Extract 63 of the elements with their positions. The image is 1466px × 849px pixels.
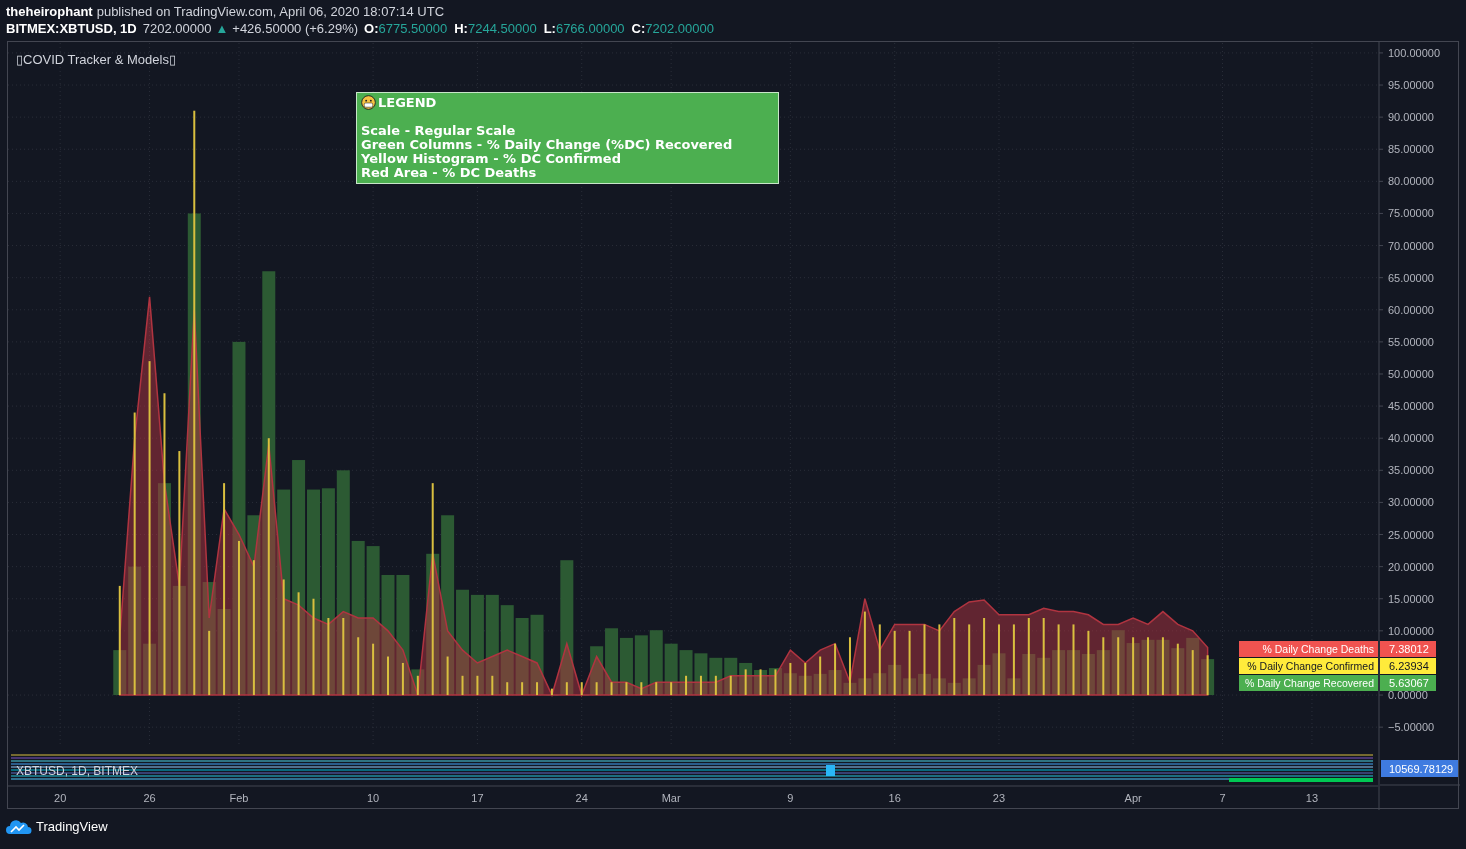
time-axis-label: 7	[1219, 792, 1226, 804]
time-axis-label: 17	[471, 792, 484, 804]
price-axis-label: 75.00000	[1388, 207, 1434, 220]
time-axis-label: 9	[787, 792, 794, 804]
ohlc-value: 6766.00000	[555, 20, 625, 37]
ohlc-label: H:	[454, 20, 468, 37]
price-axis-label: 70.00000	[1388, 239, 1434, 252]
price-axis-label: 0.00000	[1388, 689, 1428, 702]
legend-line: Red Area - % DC Deaths	[361, 166, 538, 180]
series-value-tag: 5.63067	[1380, 675, 1436, 691]
price-axis-label: 35.00000	[1388, 464, 1434, 477]
time-axis-label: 10	[367, 792, 380, 804]
price-axis-label: 80.00000	[1388, 175, 1434, 188]
author-name: theheirophant	[6, 3, 93, 20]
time-axis-label: 20	[54, 792, 67, 804]
price-axis-label: 25.00000	[1388, 528, 1434, 541]
indicator-title: ▯COVID Tracker & Models▯	[16, 51, 176, 69]
price-axis-label: 55.00000	[1388, 335, 1434, 348]
brand-name[interactable]: TradingView	[36, 817, 108, 837]
ohlc-label: C:	[631, 20, 646, 37]
price-axis-label: 95.00000	[1388, 79, 1434, 91]
pane-symbol-label: XBTUSD, 1D, BITMEX	[16, 764, 139, 778]
ohlc-label: O:	[364, 20, 379, 37]
price-axis-label: 15.00000	[1388, 592, 1434, 605]
price-axis-label: 20.00000	[1388, 560, 1434, 573]
series-value-tag: 6.23934	[1380, 658, 1436, 674]
legend-title: LEGEND	[378, 95, 437, 110]
price-axis-label: 65.00000	[1388, 271, 1434, 284]
price-change: +426.50000 (+6.29%)	[232, 20, 359, 37]
ohlc-label: L:	[543, 20, 556, 37]
series-name-tag: % Daily Change Deaths	[1239, 641, 1378, 657]
time-axis-label: Feb	[229, 792, 249, 804]
price-axis-label: 40.00000	[1388, 432, 1434, 445]
legend-line: Scale - Regular Scale	[361, 124, 517, 138]
price-axis-label: 60.00000	[1388, 303, 1434, 316]
time-axis-label: Mar	[661, 792, 681, 804]
time-axis-label: 26	[143, 792, 156, 804]
price-axis-label: −5.00000	[1388, 721, 1435, 734]
legend-line: Green Columns - % Daily Change (%DC) Recovered	[361, 138, 734, 152]
ohlc-value: 7244.50000	[467, 20, 537, 37]
price-value: 7202.00000	[142, 20, 212, 37]
legend-line: Yellow Histogram - % DC Confirmed	[361, 152, 622, 166]
publish-info: published on TradingView.com, April 06, 2020 18:07:14 UTC	[96, 3, 445, 20]
time-axis-label: 24	[575, 792, 588, 804]
ohlc-value: 7202.00000	[645, 20, 714, 37]
time-axis-label: 13	[1305, 792, 1319, 804]
symbol-label: BITMEX:XBTUSD, 1D	[6, 20, 137, 37]
price-axis-label: 50.00000	[1388, 368, 1434, 380]
price-axis-label: 45.00000	[1388, 400, 1434, 413]
price-axis-label: 10.00000	[1388, 624, 1434, 637]
price-axis-label: 100.00000	[1388, 46, 1440, 59]
series-name-tag: % Daily Change Recovered	[1239, 675, 1378, 691]
pane-price-tag: 10569.78129	[1381, 760, 1458, 777]
series-name-tag: % Daily Change Confirmed	[1239, 658, 1378, 674]
ohlc-value: 6775.50000	[378, 20, 448, 37]
series-value-tag: 7.38012	[1380, 641, 1436, 657]
price-axis-label: 30.00000	[1388, 496, 1434, 509]
time-axis-label: Apr	[1124, 792, 1142, 804]
price-axis-label: 85.00000	[1388, 143, 1434, 156]
up-arrow: ▲	[215, 20, 229, 37]
price-axis-label: 90.00000	[1388, 111, 1434, 124]
time-axis-label: 23	[992, 792, 1006, 804]
time-axis-label: 16	[888, 792, 901, 804]
